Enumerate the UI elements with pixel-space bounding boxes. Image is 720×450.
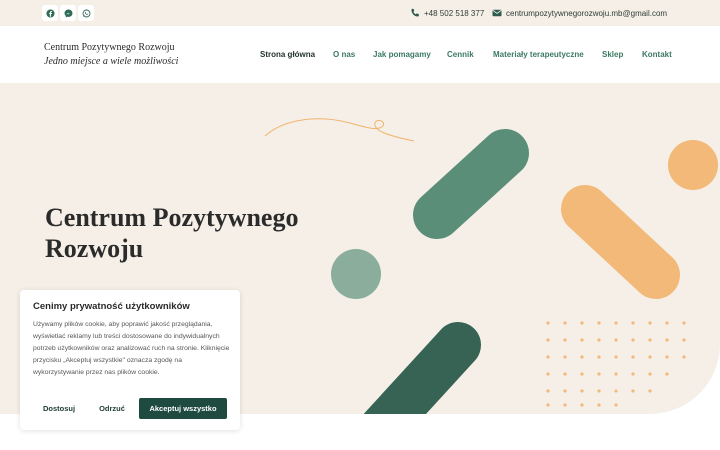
decorative-squiggle [264, 118, 415, 142]
messenger-icon [64, 9, 72, 17]
phone-icon [411, 8, 419, 17]
nav-how-we-help[interactable]: Jak pomagamy [373, 50, 431, 59]
nav-contact[interactable]: Kontakt [642, 50, 672, 59]
site-header: Centrum Pozytywnego Rozwoju Jedno miejsc… [0, 26, 720, 83]
brand-tagline: Jedno miejsce a wiele możliwości [44, 56, 179, 67]
customize-button[interactable]: Dostosuj [33, 398, 85, 419]
nav-home[interactable]: Strona główna [260, 50, 315, 59]
cookie-consent-dialog: Cenimy prywatność użytkowników Używamy p… [20, 290, 240, 430]
cookie-description: Używamy plików cookie, aby poprawić jako… [33, 321, 230, 376]
hero-title: Centrum Pozytywnego Rozwoju [45, 203, 299, 263]
dark-green-pill [363, 322, 481, 414]
nav-about[interactable]: O nas [333, 50, 355, 59]
email-contact[interactable]: centrumpozytywnegorozwoju.mb@gmail.com [492, 7, 667, 19]
nav-pricing[interactable]: Cennik [447, 50, 474, 59]
green-pill [413, 129, 529, 239]
facebook-icon [45, 8, 55, 18]
envelope-icon [492, 9, 502, 17]
accept-all-button[interactable]: Akceptuj wszystko [139, 398, 227, 419]
orange-pill [561, 185, 680, 299]
phone-contact[interactable]: +48 502 518 377 [410, 7, 484, 19]
brand-name[interactable]: Centrum Pozytywnego Rozwoju [44, 42, 175, 53]
messenger-link[interactable] [60, 5, 76, 21]
dot-grid [546, 321, 686, 407]
nav-shop[interactable]: Sklep [602, 50, 623, 59]
phone-number: +48 502 518 377 [424, 8, 485, 18]
email-address: centrumpozytywnegorozwoju.mb@gmail.com [506, 8, 668, 18]
cookie-title: Cenimy prywatność użytkowników [33, 301, 190, 312]
facebook-link[interactable] [42, 5, 58, 21]
nav-therapy-materials[interactable]: Materiały terapeutyczne [493, 50, 584, 59]
whatsapp-link[interactable] [78, 5, 94, 21]
orange-circle [668, 140, 718, 190]
top-bar: +48 502 518 377 centrumpozytywnegorozwoj… [0, 0, 720, 26]
reject-button[interactable]: Odrzuć [90, 398, 134, 419]
whatsapp-icon [82, 9, 90, 17]
